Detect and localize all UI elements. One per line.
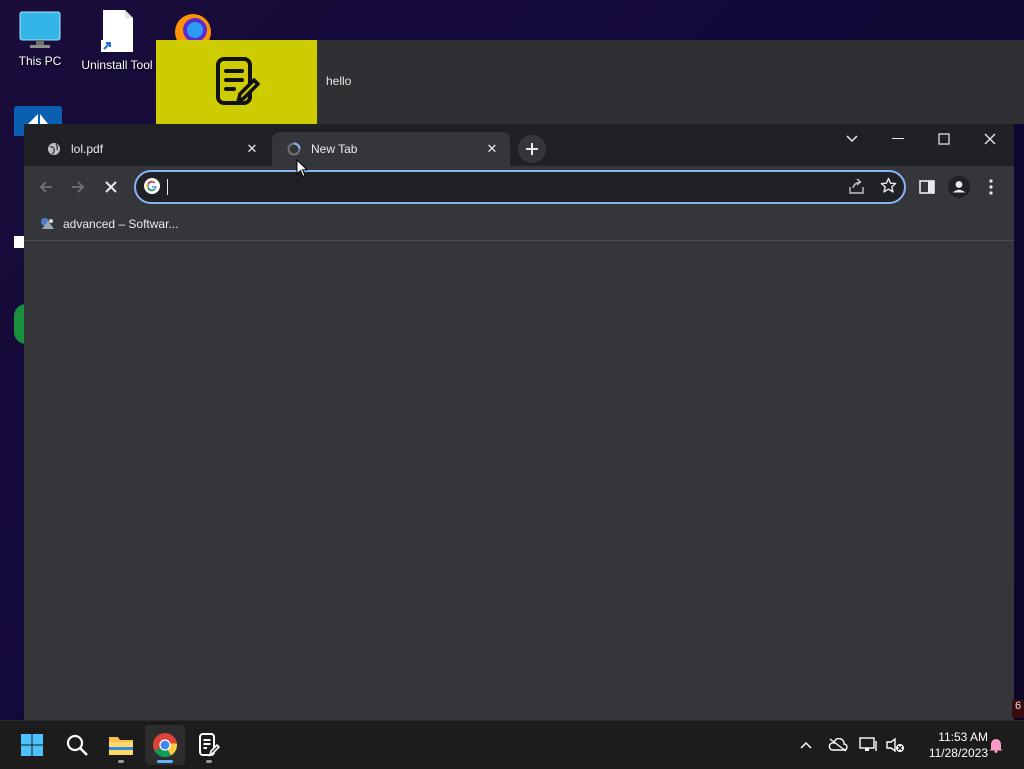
taskbar-notepad[interactable] — [189, 725, 229, 765]
loading-icon — [286, 141, 302, 157]
clock-date: 11/28/2023 — [928, 746, 988, 760]
new-tab-button[interactable] — [518, 135, 546, 163]
back-button[interactable] — [30, 171, 62, 203]
maximize-icon — [938, 133, 950, 145]
notepad-tile — [156, 40, 317, 124]
notification-button[interactable] — [984, 733, 1008, 757]
desktop-icon-label: This PC — [18, 54, 62, 68]
system-clock[interactable]: 11:53 AM 11/28/2023 — [912, 729, 988, 761]
shortcut-file-icon — [101, 10, 133, 52]
bookmark-favicon-icon — [40, 217, 56, 231]
close-icon — [984, 133, 996, 145]
bookmark-item[interactable]: advanced – Softwar... — [34, 213, 184, 235]
minimize-icon — [892, 138, 904, 139]
plus-icon — [526, 143, 538, 155]
desktop-icon-label: Uninstall Tool — [81, 58, 153, 72]
forward-arrow-icon — [72, 181, 85, 193]
globe-icon — [46, 141, 62, 157]
tab-title: lol.pdf — [71, 142, 104, 156]
stop-x-icon — [105, 181, 117, 193]
profile-button[interactable] — [943, 171, 975, 203]
tab-search-button[interactable] — [829, 124, 875, 154]
taskbar-file-explorer[interactable] — [101, 725, 141, 765]
tab-close-icon[interactable]: ✕ — [482, 139, 502, 159]
taskbar-chrome[interactable] — [145, 725, 185, 765]
tab-close-icon[interactable]: ✕ — [242, 139, 262, 159]
bookmark-star-icon[interactable] — [880, 177, 897, 199]
back-arrow-icon — [39, 181, 52, 193]
tab-title: New Tab — [311, 142, 358, 156]
notepad-content[interactable]: hello — [326, 74, 351, 88]
tab-strip: lol.pdf ✕ New Tab ✕ — [24, 124, 1014, 166]
folder-icon — [109, 737, 133, 755]
notepad-icon — [199, 733, 220, 757]
side-panel-icon — [919, 180, 935, 194]
cloud-off-icon — [828, 738, 848, 752]
notepad-window[interactable]: hello — [156, 40, 1024, 124]
minimize-button[interactable] — [875, 124, 921, 154]
network-icon — [859, 737, 877, 751]
share-icon[interactable] — [848, 178, 865, 199]
bookmark-label: advanced – Softwar... — [63, 217, 179, 231]
bookmarks-bar: advanced – Softwar... — [24, 208, 1014, 241]
onedrive-tray[interactable] — [826, 733, 850, 757]
maximize-button[interactable] — [921, 124, 967, 154]
monitor-icon — [19, 11, 61, 48]
active-indicator — [157, 760, 173, 763]
page-content — [24, 241, 1014, 720]
search-icon — [66, 734, 88, 756]
browser-toolbar — [24, 166, 1014, 208]
browser-window[interactable]: lol.pdf ✕ New Tab ✕ advanced – Softwar..… — [24, 124, 1014, 720]
bell-icon — [989, 739, 1003, 753]
text-caret — [167, 179, 168, 195]
tab-lol-pdf[interactable]: lol.pdf ✕ — [32, 132, 270, 166]
tray-overflow-button[interactable] — [794, 733, 818, 757]
search-button[interactable] — [57, 725, 97, 765]
clock-time: 11:53 AM — [938, 730, 988, 744]
chrome-icon — [153, 733, 177, 758]
network-tray[interactable] — [857, 733, 881, 757]
start-button[interactable] — [12, 725, 52, 765]
volume-muted-icon — [886, 737, 904, 753]
desktop-icon-uninstall-tool[interactable]: Uninstall Tool — [79, 8, 155, 72]
google-icon — [144, 178, 160, 199]
forward-button[interactable] — [62, 171, 94, 203]
edge-badge: 6 — [1012, 700, 1024, 718]
mouse-cursor-icon — [296, 158, 309, 183]
taskbar: 11:53 AM 11/28/2023 — [0, 720, 1024, 769]
close-window-button[interactable] — [967, 124, 1013, 154]
kebab-menu-icon — [989, 179, 993, 195]
chevron-down-icon — [846, 135, 858, 143]
address-bar[interactable] — [134, 170, 906, 204]
running-indicator — [206, 760, 212, 763]
desktop-icon-this-pc[interactable]: This PC — [2, 10, 78, 68]
chevron-up-icon — [800, 741, 812, 749]
windows-icon — [21, 734, 43, 756]
running-indicator — [118, 760, 124, 763]
avatar-icon — [948, 176, 970, 198]
stop-button[interactable] — [95, 171, 127, 203]
menu-button[interactable] — [975, 171, 1007, 203]
address-input[interactable] — [168, 176, 832, 200]
notepad-icon — [215, 57, 260, 105]
volume-tray[interactable] — [883, 733, 907, 757]
side-panel-button[interactable] — [911, 171, 943, 203]
